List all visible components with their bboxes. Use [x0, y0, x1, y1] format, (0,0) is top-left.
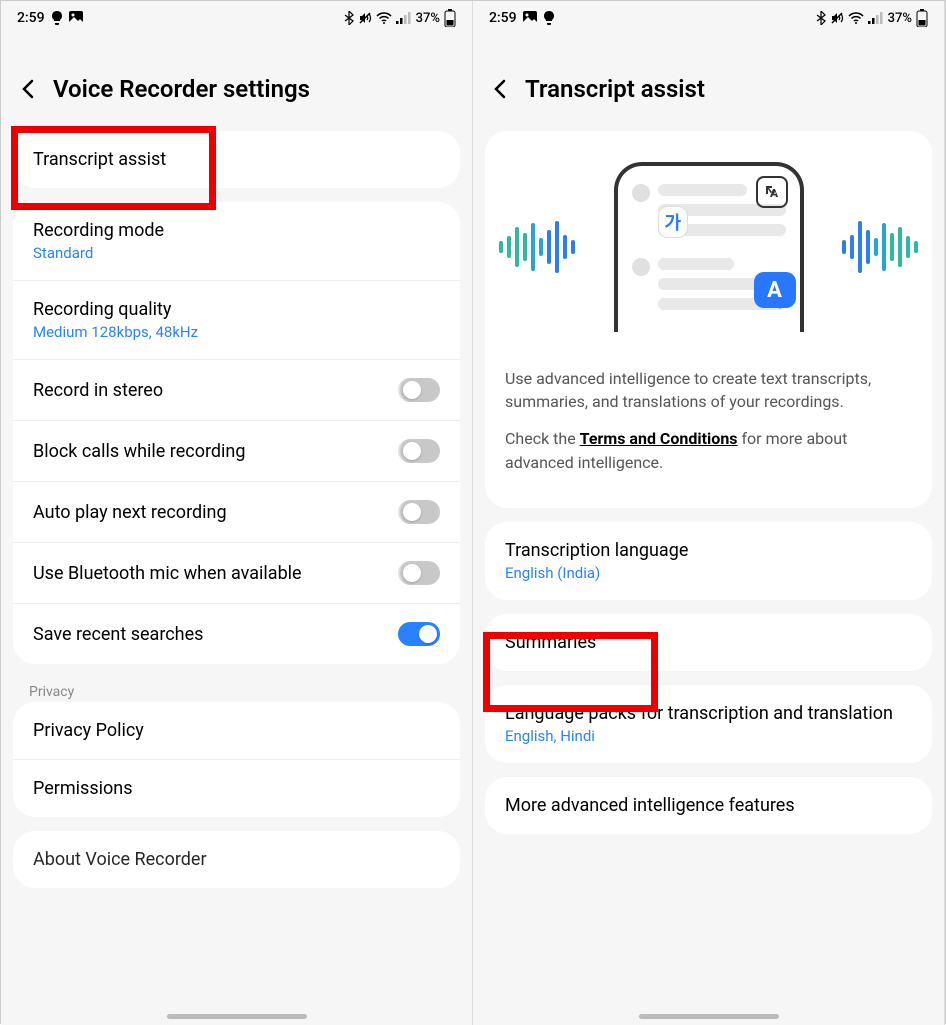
page-header: Voice Recorder settings: [1, 35, 472, 131]
toggle-bluetooth-mic[interactable]: [398, 561, 440, 585]
auto-play-label: Auto play next recording: [33, 502, 227, 523]
phone-frame-icon: 가 A: [614, 162, 804, 332]
row-language-packs[interactable]: Language packs for transcription and tra…: [485, 685, 932, 763]
page-title: Voice Recorder settings: [53, 75, 310, 103]
row-more-features[interactable]: More advanced intelligence features: [485, 777, 932, 834]
more-features-label: More advanced intelligence features: [505, 795, 795, 816]
back-icon[interactable]: [17, 77, 41, 101]
lightbulb-icon: [543, 11, 555, 25]
row-about[interactable]: About Voice Recorder: [13, 831, 460, 888]
recording-quality-value: Medium 128kbps, 48kHz: [33, 323, 198, 341]
translate-icon: [756, 176, 788, 208]
card-recording-settings: Recording mode Standard Recording qualit…: [13, 202, 460, 664]
row-block-calls[interactable]: Block calls while recording: [13, 421, 460, 482]
description-text-1: Use advanced intelligence to create text…: [499, 367, 918, 413]
toggle-save-searches[interactable]: [398, 622, 440, 646]
status-time: 2:59: [489, 10, 517, 26]
transcription-language-value: English (India): [505, 564, 688, 582]
korean-char-badge: 가: [658, 206, 689, 238]
wifi-icon: [848, 12, 864, 24]
phone-right: 2:59 37% Transcript assist: [473, 1, 945, 1025]
recording-mode-label: Recording mode: [33, 220, 164, 241]
nav-indicator[interactable]: [167, 1014, 307, 1019]
card-summaries: Summaries: [485, 614, 932, 671]
row-permissions[interactable]: Permissions: [13, 760, 460, 817]
status-bar: 2:59 37%: [1, 1, 472, 35]
about-label: About Voice Recorder: [33, 849, 207, 870]
back-icon[interactable]: [489, 77, 513, 101]
card-description: 가 A Use advanced intelligence to create …: [485, 131, 932, 508]
wifi-icon: [376, 12, 392, 24]
language-packs-value: English, Hindi: [505, 727, 893, 745]
summaries-label: Summaries: [505, 632, 596, 653]
battery-icon: [916, 9, 928, 27]
recording-quality-label: Recording quality: [33, 299, 198, 320]
letter-a-bubble: A: [754, 272, 796, 308]
row-record-stereo[interactable]: Record in stereo: [13, 360, 460, 421]
transcript-assist-label: Transcript assist: [33, 149, 166, 170]
mute-icon: [358, 11, 372, 25]
toggle-auto-play[interactable]: [398, 500, 440, 524]
toggle-block-calls[interactable]: [398, 439, 440, 463]
bluetooth-icon: [816, 11, 826, 25]
lightbulb-icon: [51, 11, 63, 25]
privacy-section-label: Privacy: [1, 678, 472, 702]
waveform-left-icon: [499, 221, 575, 273]
page-title: Transcript assist: [525, 75, 705, 103]
image-icon: [523, 11, 537, 25]
avatar-icon: [632, 184, 650, 202]
card-more-features: More advanced intelligence features: [485, 777, 932, 834]
description-text-2: Check the Terms and Conditions for more …: [499, 427, 918, 473]
card-transcript-assist: Transcript assist: [13, 131, 460, 188]
page-header: Transcript assist: [473, 35, 944, 131]
signal-icon: [868, 12, 884, 24]
toggle-stereo[interactable]: [398, 378, 440, 402]
status-battery: 37%: [888, 11, 912, 26]
mute-icon: [830, 11, 844, 25]
battery-icon: [444, 9, 456, 27]
row-transcription-language[interactable]: Transcription language English (India): [485, 522, 932, 600]
terms-link[interactable]: Terms and Conditions: [580, 429, 738, 448]
image-icon: [69, 11, 83, 25]
avatar-icon: [632, 258, 650, 276]
nav-indicator[interactable]: [639, 1014, 779, 1019]
card-language-packs: Language packs for transcription and tra…: [485, 685, 932, 763]
illustration: 가 A: [499, 147, 918, 347]
permissions-label: Permissions: [33, 778, 133, 799]
row-recording-mode[interactable]: Recording mode Standard: [13, 202, 460, 281]
row-save-searches[interactable]: Save recent searches: [13, 604, 460, 664]
row-bluetooth-mic[interactable]: Use Bluetooth mic when available: [13, 543, 460, 604]
waveform-right-icon: [842, 221, 918, 273]
bluetooth-icon: [344, 11, 354, 25]
save-searches-label: Save recent searches: [33, 624, 203, 645]
desc2-prefix: Check the: [505, 429, 580, 448]
row-summaries[interactable]: Summaries: [485, 614, 932, 671]
status-bar: 2:59 37%: [473, 1, 944, 35]
row-privacy-policy[interactable]: Privacy Policy: [13, 702, 460, 760]
status-battery: 37%: [416, 11, 440, 26]
card-privacy: Privacy Policy Permissions: [13, 702, 460, 817]
language-packs-label: Language packs for transcription and tra…: [505, 703, 893, 724]
row-transcript-assist[interactable]: Transcript assist: [13, 131, 460, 188]
block-calls-label: Block calls while recording: [33, 441, 245, 462]
row-auto-play[interactable]: Auto play next recording: [13, 482, 460, 543]
row-recording-quality[interactable]: Recording quality Medium 128kbps, 48kHz: [13, 281, 460, 360]
signal-icon: [396, 12, 412, 24]
phone-left: 2:59 37% Voice Recorder settings Transcr…: [1, 1, 473, 1025]
card-transcription-language: Transcription language English (India): [485, 522, 932, 600]
recording-mode-value: Standard: [33, 244, 164, 262]
transcription-language-label: Transcription language: [505, 540, 688, 561]
privacy-policy-label: Privacy Policy: [33, 720, 144, 741]
card-about: About Voice Recorder: [13, 831, 460, 888]
status-time: 2:59: [17, 10, 45, 26]
bluetooth-mic-label: Use Bluetooth mic when available: [33, 563, 302, 584]
record-stereo-label: Record in stereo: [33, 380, 163, 401]
